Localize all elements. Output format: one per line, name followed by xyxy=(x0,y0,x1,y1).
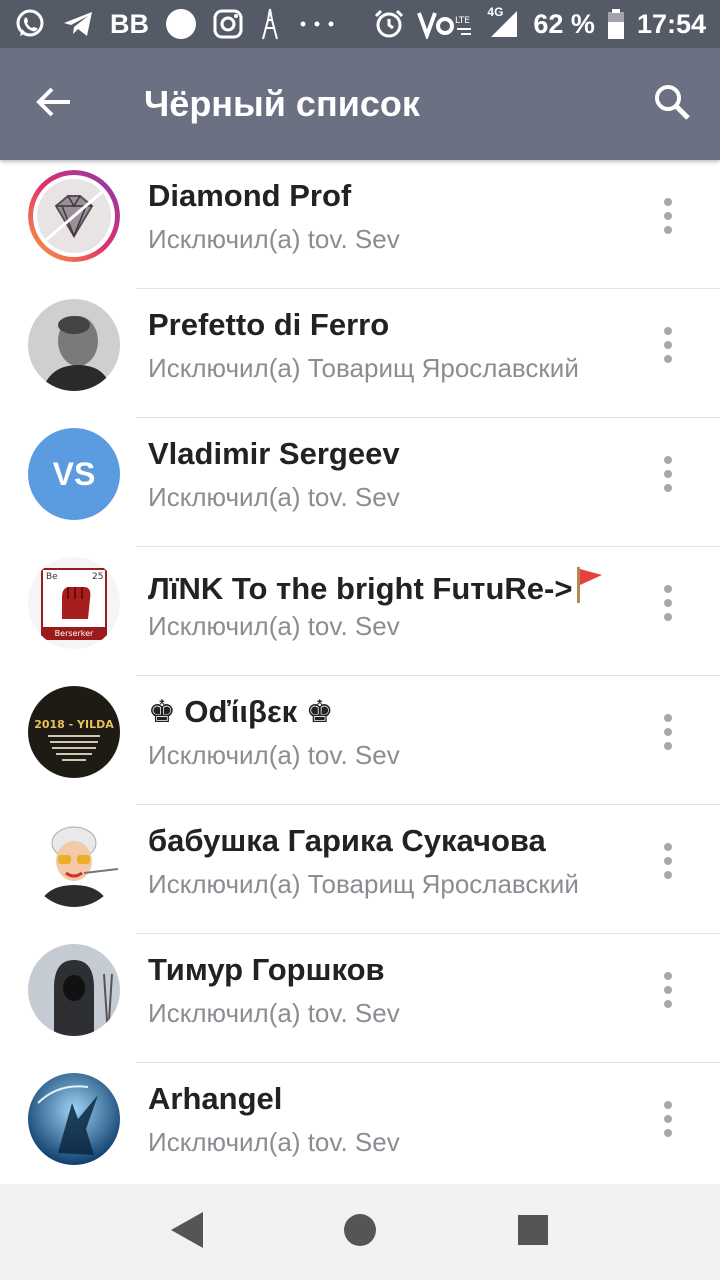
contact-subtitle: Исключил(а) tov. Sev xyxy=(148,740,400,770)
blacklist-list: Diamond Prof Исключил(а) tov. Sev Prefet… xyxy=(0,160,720,1184)
contact-subtitle: Исключил(а) tov. Sev xyxy=(148,998,400,1028)
contact-name: Vladimir Sergeev xyxy=(148,436,400,471)
contact-subtitle: Исключил(а) Товарищ Ярославский xyxy=(148,869,579,899)
recents-square-icon xyxy=(517,1214,549,1251)
more-vert-button[interactable] xyxy=(648,710,688,754)
search-button[interactable] xyxy=(644,78,700,130)
instagram-icon xyxy=(213,9,243,39)
bb-icon: BB xyxy=(110,8,149,39)
more-vert-button[interactable] xyxy=(648,323,688,367)
more-dots-icon xyxy=(297,19,337,29)
more-vert-button[interactable] xyxy=(648,452,688,496)
eiffel-tower-icon xyxy=(259,8,281,40)
initials-avatar: VS xyxy=(28,428,120,520)
contact-subtitle: Исключил(а) Товарищ Ярославский xyxy=(148,353,579,383)
nav-home-button[interactable] xyxy=(320,1192,400,1272)
list-item[interactable]: 2018 - YILDA ♚ Οďίιβεк ♚ Исключил(а) tov… xyxy=(0,676,720,805)
contact-subtitle: Исключил(а) tov. Sev xyxy=(148,1127,400,1157)
list-item[interactable]: Prefetto di Ferro Исключил(а) Товарищ Яр… xyxy=(0,289,720,418)
svg-text:2018 - YILDA: 2018 - YILDA xyxy=(34,718,114,731)
svg-text:25: 25 xyxy=(92,572,103,582)
nav-recents-button[interactable] xyxy=(493,1192,573,1272)
contact-subtitle: Исключил(а) tov. Sev xyxy=(148,611,400,641)
list-item[interactable]: Тимур Горшков Исключил(а) tov. Sev xyxy=(0,934,720,1063)
more-vert-button[interactable] xyxy=(648,968,688,1012)
search-icon xyxy=(653,83,691,126)
grandma-avatar xyxy=(28,815,120,907)
diamond-avatar xyxy=(28,170,120,262)
status-bar: BB LTE 4G 62 % 17:54 xyxy=(0,0,720,48)
svg-text:LTE: LTE xyxy=(455,16,470,26)
whatsapp-icon xyxy=(14,8,46,40)
navigation-bar xyxy=(0,1184,720,1280)
fist-avatar: Be 25 Berserker xyxy=(28,557,120,649)
blue-angel-avatar xyxy=(28,1073,120,1165)
circle-icon xyxy=(165,8,197,40)
list-item[interactable]: бабушка Гарика Сукачова Исключил(а) Това… xyxy=(0,805,720,934)
contact-subtitle: Исключил(а) tov. Sev xyxy=(148,482,400,512)
hooded-avatar xyxy=(28,944,120,1036)
more-vert-button[interactable] xyxy=(648,194,688,238)
page-title: Чёрный список xyxy=(144,83,420,124)
volte-icon: LTE xyxy=(417,9,475,39)
list-item[interactable]: Arhangel Исключил(а) tov. Sev xyxy=(0,1063,720,1184)
telegram-icon xyxy=(62,9,94,39)
contact-name: Arhangel xyxy=(148,1081,283,1116)
red-flag-icon xyxy=(574,565,604,611)
app-bar: Чёрный список xyxy=(0,48,720,160)
list-item[interactable]: Diamond Prof Исключил(а) tov. Sev xyxy=(0,160,720,289)
dark-poster-avatar: 2018 - YILDA xyxy=(28,686,120,778)
svg-text:Be: Be xyxy=(46,572,58,582)
signal-icon: 4G xyxy=(487,5,521,39)
more-vert-button[interactable] xyxy=(648,1097,688,1141)
list-item[interactable]: Be 25 Berserker ЛїNK To тhe bright FuтuR… xyxy=(0,547,720,676)
nav-back-button[interactable] xyxy=(147,1192,227,1272)
svg-text:Berserker: Berserker xyxy=(55,629,94,638)
contact-subtitle: Исключил(а) tov. Sev xyxy=(148,224,400,254)
contact-name: ЛїNK To тhe bright FuтuRe-> xyxy=(148,565,604,611)
contact-name: бабушка Гарика Сукачова xyxy=(148,823,546,858)
battery-text: 62 % xyxy=(533,8,595,39)
contact-name: Тимур Горшков xyxy=(148,952,385,987)
more-vert-button[interactable] xyxy=(648,581,688,625)
battery-icon xyxy=(607,8,625,40)
photo-avatar xyxy=(28,299,120,391)
list-item[interactable]: VS Vladimir Sergeev Исключил(а) tov. Sev xyxy=(0,418,720,547)
arrow-left-icon xyxy=(36,86,72,123)
clock: 17:54 xyxy=(636,8,706,39)
back-triangle-icon xyxy=(169,1210,205,1255)
alarm-icon xyxy=(373,8,405,40)
back-button[interactable] xyxy=(24,80,84,128)
contact-name: Prefetto di Ferro xyxy=(148,307,390,342)
contact-name: ♚ Οďίιβεк ♚ xyxy=(148,694,334,729)
home-circle-icon xyxy=(343,1213,377,1252)
contact-name: Diamond Prof xyxy=(148,178,352,213)
more-vert-button[interactable] xyxy=(648,839,688,883)
